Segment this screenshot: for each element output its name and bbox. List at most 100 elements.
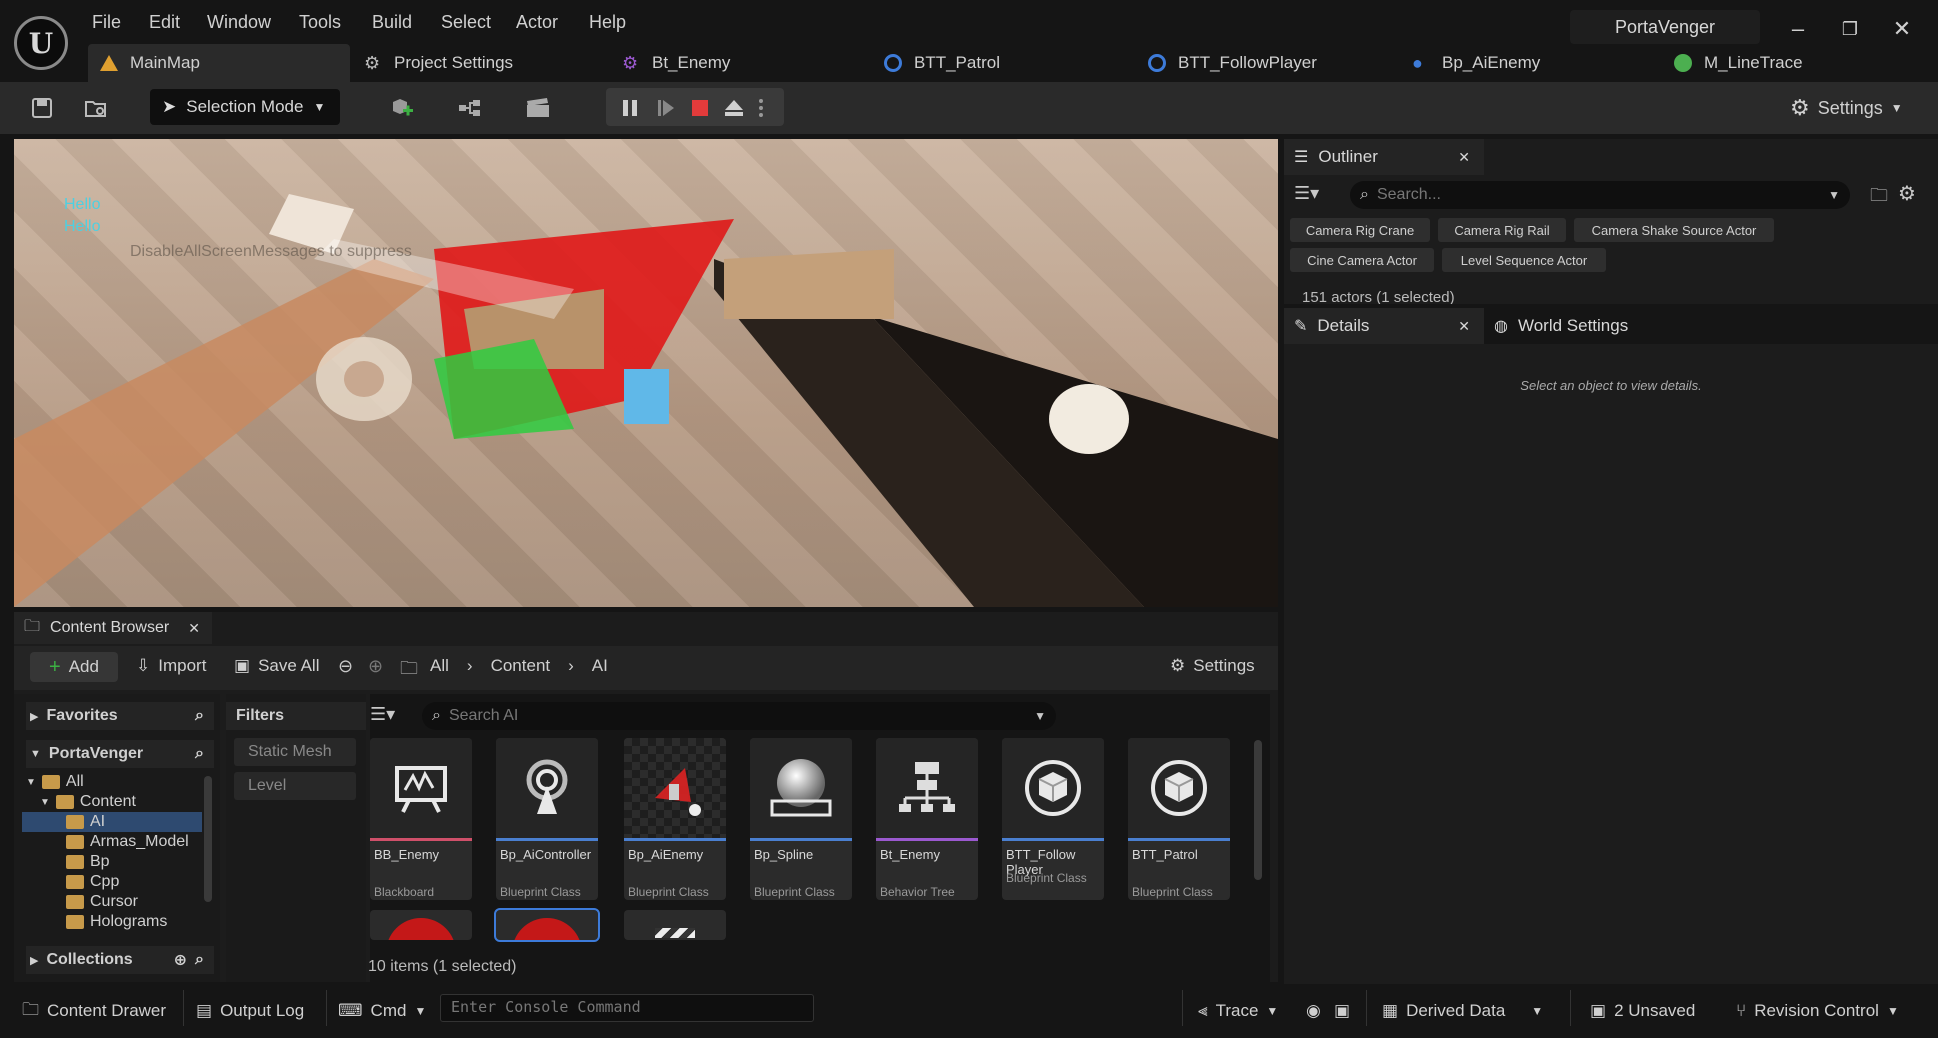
cinematics-icon[interactable] [514, 91, 562, 125]
menu-build[interactable]: Build [372, 12, 412, 33]
asset-tile-btt-patrol[interactable]: BTT_Patrol Blueprint Class [1128, 738, 1230, 900]
filter-icon[interactable]: ☰▾ [1294, 183, 1319, 204]
eject-icon[interactable] [716, 91, 752, 125]
asset-tile-bp-spline[interactable]: Bp_Spline Blueprint Class [750, 738, 852, 900]
class-chip[interactable]: Cine Camera Actor [1290, 248, 1434, 272]
tree-item-bp[interactable]: Bp [22, 852, 202, 872]
import-button[interactable]: ⇩ Import [136, 656, 206, 676]
asset-search-input[interactable]: ⌕ Search AI ▼ [422, 702, 1056, 730]
record-trace-icon[interactable]: ◉ [1306, 996, 1321, 1026]
asset-scrollbar[interactable] [1254, 740, 1262, 880]
tree-scrollbar[interactable] [204, 776, 212, 902]
class-chip[interactable]: Camera Rig Crane [1290, 218, 1430, 242]
menu-help[interactable]: Help [589, 12, 626, 33]
trace-dropdown[interactable]: ⫷ Trace ▼ [1198, 996, 1278, 1026]
tab-bp-aienemy[interactable]: ● Bp_AiEnemy [1400, 44, 1540, 82]
tab-bt-enemy[interactable]: ⚙ Bt_Enemy [610, 44, 730, 82]
tab-btt-patrol[interactable]: BTT_Patrol [872, 44, 1000, 82]
level-viewport[interactable]: Hello Hello DisableAllScreenMessages to … [14, 139, 1278, 607]
toolbar-settings-button[interactable]: ⚙ Settings ▼ [1790, 90, 1903, 126]
menu-tools[interactable]: Tools [299, 12, 341, 33]
tab-btt-followplayer[interactable]: BTT_FollowPlayer [1136, 44, 1317, 82]
asset-tile-partial-selected[interactable] [494, 908, 600, 942]
forward-icon[interactable]: ⊕ [368, 656, 383, 677]
breadcrumb-content[interactable]: Content [491, 656, 551, 676]
save-icon[interactable] [24, 91, 60, 125]
console-command-input[interactable]: Enter Console Command [440, 994, 814, 1022]
tree-item-ai[interactable]: AI [22, 812, 202, 832]
selection-mode-dropdown[interactable]: ➤ Selection Mode ▼ [150, 89, 340, 125]
asset-tile-partial[interactable] [624, 910, 726, 940]
folder-icon [66, 915, 84, 929]
menu-file[interactable]: File [92, 12, 121, 33]
tab-m-linetrace[interactable]: M_LineTrace [1662, 44, 1803, 82]
world-settings-tab[interactable]: ◍ World Settings [1484, 308, 1938, 344]
filter-level[interactable]: Level [234, 772, 356, 800]
details-tab[interactable]: ✎ Details ✕ [1284, 308, 1484, 344]
project-section[interactable]: ▼ PortaVenger ⌕ [26, 740, 214, 768]
cmd-dropdown[interactable]: ⌨ Cmd ▼ [338, 996, 426, 1026]
search-icon[interactable]: ⌕ [195, 707, 204, 725]
add-button[interactable]: + Add [30, 652, 118, 682]
content-settings-button[interactable]: ⚙ Settings [1170, 656, 1255, 676]
tree-item-armas-model[interactable]: Armas_Model [22, 832, 202, 852]
breadcrumb-all[interactable]: All [430, 656, 449, 676]
add-folder-icon[interactable]: 🗀 [1870, 183, 1888, 213]
tree-item-holograms[interactable]: Holograms [22, 912, 202, 932]
revision-control-dropdown[interactable]: ⑂ Revision Control ▼ [1736, 996, 1899, 1026]
close-icon[interactable]: ✕ [1458, 318, 1470, 335]
search-icon[interactable]: ⌕ [195, 745, 204, 763]
blueprint-menu-icon[interactable] [446, 91, 494, 125]
save-all-button[interactable]: ▣ Save All [234, 656, 320, 676]
asset-class: Blueprint Class [628, 885, 709, 899]
browse-icon[interactable] [78, 91, 114, 125]
gear-icon[interactable]: ⚙ [1898, 181, 1916, 206]
minimize-icon[interactable]: – [1780, 14, 1816, 44]
add-collection-icon[interactable]: ⊕ [174, 950, 187, 970]
tab-project-settings[interactable]: ⚙ Project Settings [352, 44, 513, 82]
close-icon[interactable]: ✕ [188, 620, 200, 637]
pause-icon[interactable] [612, 91, 648, 125]
close-icon[interactable]: ✕ [1458, 149, 1470, 166]
restore-icon[interactable]: ❐ [1832, 14, 1868, 44]
tree-item-content[interactable]: ▼ Content [22, 792, 202, 812]
tree-item-cursor[interactable]: Cursor [22, 892, 202, 912]
asset-tile-bb-enemy[interactable]: BB_Enemy Blackboard [370, 738, 472, 900]
tree-item-all[interactable]: ▼ All [22, 772, 202, 792]
breadcrumb-ai[interactable]: AI [592, 656, 608, 676]
class-chip[interactable]: Level Sequence Actor [1442, 248, 1606, 272]
filter-static-mesh[interactable]: Static Mesh [234, 738, 356, 766]
content-drawer-button[interactable]: 🗀 Content Drawer [22, 996, 166, 1026]
outliner-tab[interactable]: ☰ Outliner ✕ [1284, 139, 1484, 175]
outliner-search-input[interactable]: ⌕ Search... ▼ [1350, 181, 1850, 209]
search-icon[interactable]: ⌕ [195, 951, 204, 969]
more-options-icon[interactable] [752, 91, 770, 125]
output-log-button[interactable]: ▤ Output Log [196, 996, 304, 1026]
add-actor-icon[interactable] [378, 91, 426, 125]
menu-edit[interactable]: Edit [149, 12, 180, 33]
class-chip[interactable]: Camera Rig Rail [1438, 218, 1566, 242]
screenshot-icon[interactable]: ▣ [1334, 996, 1350, 1026]
tree-item-cpp[interactable]: Cpp [22, 872, 202, 892]
class-chip[interactable]: Camera Shake Source Actor [1574, 218, 1774, 242]
asset-tile-partial[interactable] [370, 910, 472, 940]
close-icon[interactable]: ✕ [1884, 14, 1920, 44]
content-browser-tab[interactable]: 🗀 Content Browser ✕ [14, 612, 212, 644]
asset-tile-bp-aienemy[interactable]: Bp_AiEnemy Blueprint Class [624, 738, 726, 900]
tab-mainmap[interactable]: MainMap [88, 44, 350, 82]
asset-tile-bp-aicontroller[interactable]: Bp_AiController Blueprint Class [496, 738, 598, 900]
filter-icon[interactable]: ☰▾ [370, 704, 395, 725]
stop-icon[interactable] [682, 91, 718, 125]
asset-tile-btt-follow-player[interactable]: BTT_Follow Player Blueprint Class [1002, 738, 1104, 900]
unsaved-button[interactable]: ▣ 2 Unsaved [1590, 996, 1695, 1026]
step-frame-icon[interactable] [648, 91, 684, 125]
menu-select[interactable]: Select [441, 12, 491, 33]
unreal-logo-icon[interactable]: U [14, 16, 68, 70]
favorites-section[interactable]: ▶ Favorites ⌕ [26, 702, 214, 730]
back-icon[interactable]: ⊖ [338, 656, 353, 677]
derived-data-button[interactable]: ▦ Derived Data ▼ [1382, 996, 1543, 1026]
menu-window[interactable]: Window [207, 12, 271, 33]
menu-actor[interactable]: Actor [516, 12, 558, 33]
collections-section[interactable]: ▶ Collections ⊕ ⌕ [26, 946, 214, 974]
asset-tile-bt-enemy[interactable]: Bt_Enemy Behavior Tree [876, 738, 978, 900]
